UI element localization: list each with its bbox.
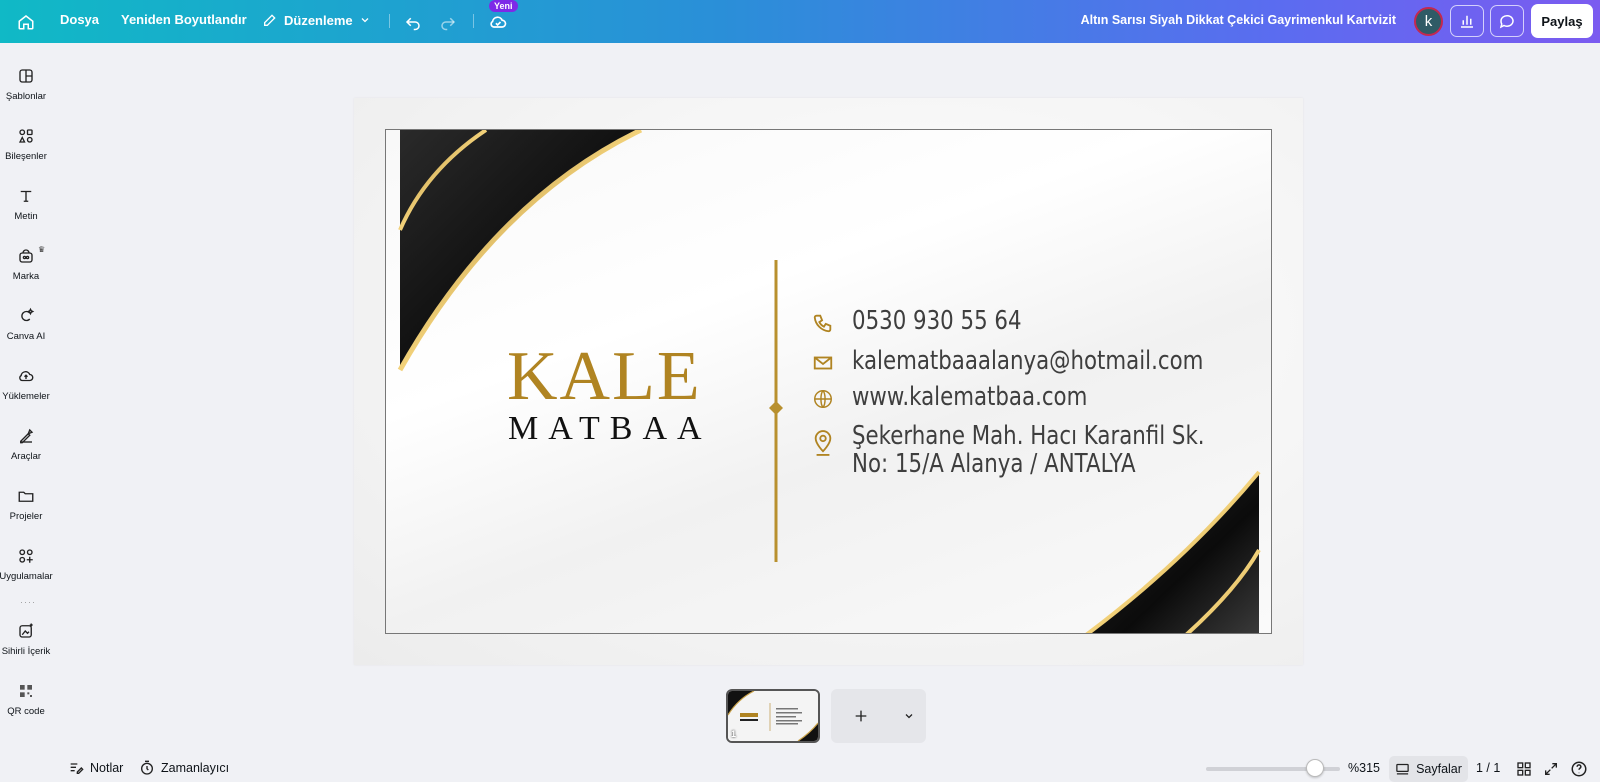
chevron-down-icon (905, 714, 912, 719)
grid-view-button[interactable] (1514, 759, 1534, 779)
qr-code-icon (15, 680, 37, 702)
sidebar-item-label: Bileşenler (5, 151, 47, 162)
elements-icon (15, 125, 37, 147)
sidebar-item-uploads[interactable]: Yüklemeler (0, 359, 52, 415)
chevron-down-icon (361, 18, 369, 23)
phone-icon (810, 310, 836, 336)
file-menu[interactable]: Dosya (60, 12, 99, 27)
redo-button[interactable] (435, 9, 461, 35)
apps-icon (15, 545, 37, 567)
sidebar-item-canva-ai[interactable]: Canva AI (0, 299, 52, 355)
zoom-value[interactable]: %315 (1348, 761, 1380, 775)
card-address-line1[interactable]: Şekerhane Mah. Hacı Karanfil Sk. (852, 421, 1205, 451)
page-count: 1 / 1 (1476, 761, 1501, 775)
upload-icon (15, 365, 37, 387)
sidebar-item-magic-media[interactable]: Sihirli İçerik (0, 614, 52, 670)
home-icon (18, 15, 34, 30)
sidebar-item-label: Canva AI (6, 331, 46, 342)
expand-icon (1545, 763, 1557, 775)
sidebar-item-qr-code[interactable]: QR code (0, 674, 52, 730)
folder-icon (15, 485, 37, 507)
help-icon (1571, 761, 1587, 777)
resize-menu[interactable]: Yeniden Boyutlandır (121, 12, 247, 27)
sidebar-item-elements[interactable]: Bileşenler (0, 119, 52, 175)
avatar[interactable]: k (1414, 7, 1443, 36)
sidebar-item-label: Metin (14, 211, 38, 222)
edit-menu-label: Düzenleme (284, 12, 353, 28)
bar-chart-icon (1461, 15, 1473, 28)
add-page-button[interactable] (831, 689, 891, 743)
add-page-options-button[interactable] (891, 689, 926, 743)
templates-icon (15, 65, 37, 87)
pages-label: Sayfalar (1416, 762, 1462, 776)
notes-icon (70, 763, 84, 774)
brand-icon (15, 245, 37, 267)
text-icon (15, 185, 37, 207)
help-button[interactable] (1569, 759, 1589, 779)
sidebar-item-apps[interactable]: Uygulamalar (0, 539, 53, 595)
zoom-slider-handle[interactable] (1306, 759, 1324, 777)
canva-ai-icon (15, 305, 37, 327)
card-email[interactable]: kalematbaaalanya@hotmail.com (852, 346, 1203, 376)
add-page-group (831, 689, 926, 743)
insights-button[interactable] (1450, 5, 1484, 37)
page-thumbnail[interactable]: 1 (726, 689, 820, 743)
separator-dots: ···· (20, 597, 36, 607)
plus-icon (855, 710, 867, 722)
undo-button[interactable] (400, 9, 426, 35)
redo-icon (441, 17, 456, 31)
tools-icon (15, 425, 37, 447)
grid-icon (1517, 762, 1531, 776)
location-icon (810, 430, 836, 456)
cloud-check-icon (490, 16, 507, 28)
comments-button[interactable] (1490, 5, 1524, 37)
left-sidebar: Şablonlar Bileşenler Metin ♛ Marka Canva… (0, 43, 53, 782)
timer-label: Zamanlayıcı (161, 761, 230, 775)
document-title[interactable]: Altın Sarısı Siyah Dikkat Çekici Gayrime… (1081, 13, 1396, 27)
sidebar-item-label: QR code (7, 706, 45, 717)
timer-icon (141, 760, 153, 775)
thumbnail-preview (728, 691, 818, 741)
sidebar-item-label: Araçlar (10, 451, 42, 462)
sidebar-item-templates[interactable]: Şablonlar (0, 59, 52, 115)
share-button[interactable]: Paylaş (1531, 4, 1593, 38)
business-card[interactable]: KALE MATBAA 0530 930 55 64 kalematbaaala… (385, 129, 1272, 634)
card-address-line2[interactable]: No: 15/A Alanya / ANTALYA (852, 449, 1136, 479)
card-website[interactable]: www.kalematbaa.com (852, 382, 1087, 412)
sidebar-item-label: Sihirli İçerik (1, 646, 51, 657)
card-phone[interactable]: 0530 930 55 64 (852, 306, 1022, 336)
save-status-button[interactable] (485, 9, 511, 35)
sidebar-item-label: Yüklemeler (2, 391, 50, 402)
crown-icon: ♛ (38, 245, 46, 254)
comment-icon (1499, 14, 1514, 29)
pages-icon (1396, 763, 1409, 774)
new-badge: Yeni (489, 0, 518, 12)
pages-button[interactable]: Sayfalar (1389, 756, 1468, 782)
divider (389, 14, 390, 28)
fullscreen-button[interactable] (1541, 759, 1561, 779)
sidebar-item-label: Uygulamalar (0, 571, 53, 582)
timer-button[interactable]: Zamanlayıcı (139, 760, 229, 776)
sidebar-item-label: Projeler (9, 511, 43, 522)
top-bar: Dosya Yeniden Boyutlandır Düzenleme Yeni… (0, 0, 1600, 43)
sidebar-item-projects[interactable]: Projeler (0, 479, 52, 535)
notes-button[interactable]: Notlar (68, 760, 123, 776)
magic-media-icon (15, 620, 37, 642)
notes-label: Notlar (90, 761, 124, 775)
sidebar-item-tools[interactable]: Araçlar (0, 419, 52, 475)
edit-menu[interactable]: Düzenleme (262, 12, 371, 28)
mail-icon (810, 350, 836, 376)
divider (473, 14, 474, 28)
thumbnail-number: 1 (731, 729, 737, 739)
sidebar-item-text[interactable]: Metin (0, 179, 52, 235)
sidebar-item-brand[interactable]: ♛ Marka (0, 239, 52, 295)
undo-icon (405, 17, 420, 31)
home-button[interactable] (14, 10, 38, 34)
brand-name-kale[interactable]: KALE (507, 342, 702, 412)
globe-icon (810, 386, 836, 412)
brand-name-matbaa[interactable]: MATBAA (508, 412, 712, 446)
pencil-icon (264, 14, 276, 26)
sidebar-item-label: Şablonlar (5, 91, 47, 102)
sidebar-item-label: Marka (12, 271, 40, 282)
